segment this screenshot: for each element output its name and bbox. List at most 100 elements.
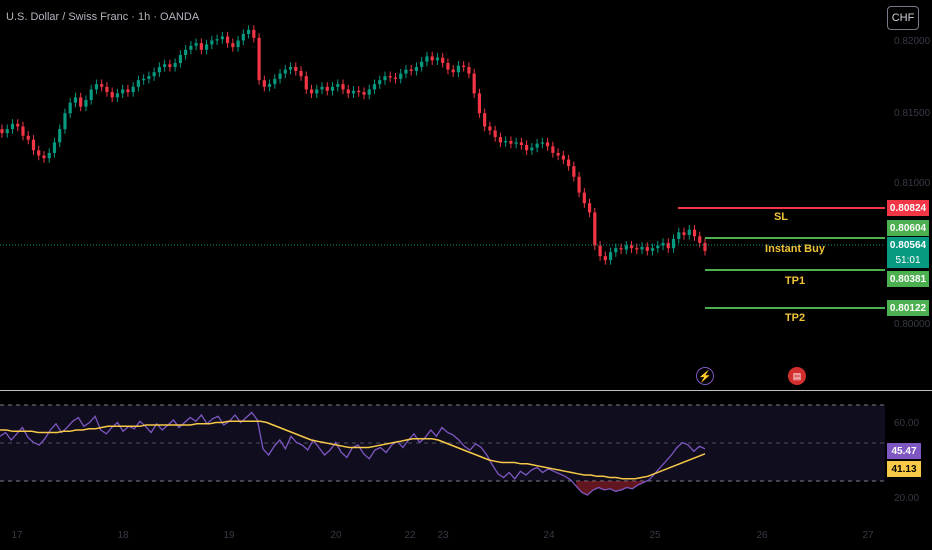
rsi-value-tag: 45.47 — [887, 443, 921, 459]
candle-body — [671, 238, 676, 249]
candle-body — [467, 66, 471, 74]
candle-body — [126, 89, 130, 93]
candle-body — [692, 229, 697, 237]
candle-body — [351, 90, 356, 94]
candle-body — [262, 80, 266, 87]
tp2-price-tag: 0.80122 — [887, 300, 929, 316]
candle-body — [614, 248, 618, 253]
sl-price-tag: 0.80824 — [887, 200, 929, 216]
candle-body — [131, 86, 135, 93]
candle-body — [121, 89, 125, 94]
candle-body — [215, 39, 219, 41]
candle-body — [640, 246, 644, 250]
x-tick: 22 — [404, 530, 416, 541]
candle-body — [294, 66, 298, 71]
candle-body — [425, 56, 429, 62]
x-tick: 24 — [543, 530, 555, 541]
candle-body — [462, 65, 466, 67]
candle-body — [624, 245, 628, 250]
candle-body — [514, 142, 518, 144]
us-flag-icon[interactable]: ▤ — [788, 367, 806, 385]
candle-body — [346, 89, 350, 94]
candle-body — [603, 256, 607, 261]
candle-body — [456, 65, 461, 73]
candle-body — [299, 70, 303, 77]
candle-body — [645, 246, 649, 251]
candle-body — [79, 97, 83, 107]
candle-body — [31, 139, 36, 151]
candle-body — [199, 43, 203, 50]
candle-body — [89, 89, 93, 101]
x-tick: 18 — [117, 530, 129, 541]
sl-label: SL — [773, 211, 789, 223]
candle-body — [273, 78, 277, 85]
candle-body — [504, 141, 508, 143]
candle-body — [587, 203, 592, 213]
candle-body — [194, 43, 198, 46]
candle-body — [367, 89, 371, 95]
candle-body — [336, 84, 340, 87]
currency-button[interactable]: CHF — [887, 6, 919, 30]
pane-divider[interactable] — [0, 390, 932, 391]
candle-body — [173, 62, 177, 67]
candle-body — [430, 56, 434, 61]
candle-body — [540, 142, 544, 144]
candle-body — [441, 57, 445, 63]
candle-body — [225, 36, 230, 44]
candle-body — [320, 86, 324, 90]
candle-body — [577, 176, 581, 193]
candle-body — [178, 55, 182, 63]
candle-body — [608, 252, 613, 261]
bar-countdown: 51:01 — [887, 252, 929, 268]
entry-label: Instant Buy — [765, 243, 825, 255]
osc-tick: 60.00 — [894, 418, 920, 429]
candle-body — [451, 69, 455, 73]
candle-body — [115, 93, 120, 98]
price-tick: 0.81500 — [894, 108, 931, 119]
candle-body — [477, 93, 482, 114]
candle-body — [315, 89, 319, 94]
candle-body — [210, 40, 214, 45]
candle-body — [330, 86, 335, 91]
lightning-icon[interactable]: ⚡ — [696, 367, 714, 385]
tp1-label: TP1 — [784, 275, 806, 287]
tp2-label: TP2 — [784, 312, 806, 324]
candle-body — [409, 69, 413, 71]
candle-body — [63, 113, 67, 130]
candle-body — [414, 66, 419, 71]
candle-body — [110, 92, 114, 98]
candle-body — [561, 155, 565, 160]
candle-body — [341, 84, 345, 90]
candle-body — [152, 72, 156, 77]
candle-body — [619, 248, 623, 250]
candle-body — [94, 84, 99, 90]
candle-body — [572, 166, 576, 177]
candle-body — [629, 245, 634, 249]
x-tick: 17 — [11, 530, 23, 541]
candle-body — [635, 248, 639, 250]
candle-body — [546, 142, 550, 147]
candle-body — [252, 29, 256, 38]
candle-body — [309, 89, 314, 94]
candle-body — [257, 37, 261, 81]
candle-body — [205, 44, 209, 50]
candle-body — [472, 73, 476, 94]
candle-body — [42, 155, 46, 159]
candle-body — [666, 242, 670, 249]
candle-body — [677, 232, 681, 239]
candle-body — [73, 97, 78, 103]
candle-body — [519, 142, 523, 145]
candle-body — [304, 76, 308, 90]
candle-body — [5, 129, 9, 134]
candle-body — [325, 86, 329, 91]
candle-body — [184, 49, 188, 56]
candle-body — [650, 248, 655, 251]
x-tick: 27 — [862, 530, 874, 541]
x-tick: 20 — [330, 530, 342, 541]
candle-body — [236, 40, 240, 48]
candle-body — [598, 245, 602, 257]
candle-body — [420, 61, 424, 67]
candle-body — [556, 152, 560, 156]
candle-body — [0, 129, 4, 134]
candle-body — [393, 77, 398, 79]
